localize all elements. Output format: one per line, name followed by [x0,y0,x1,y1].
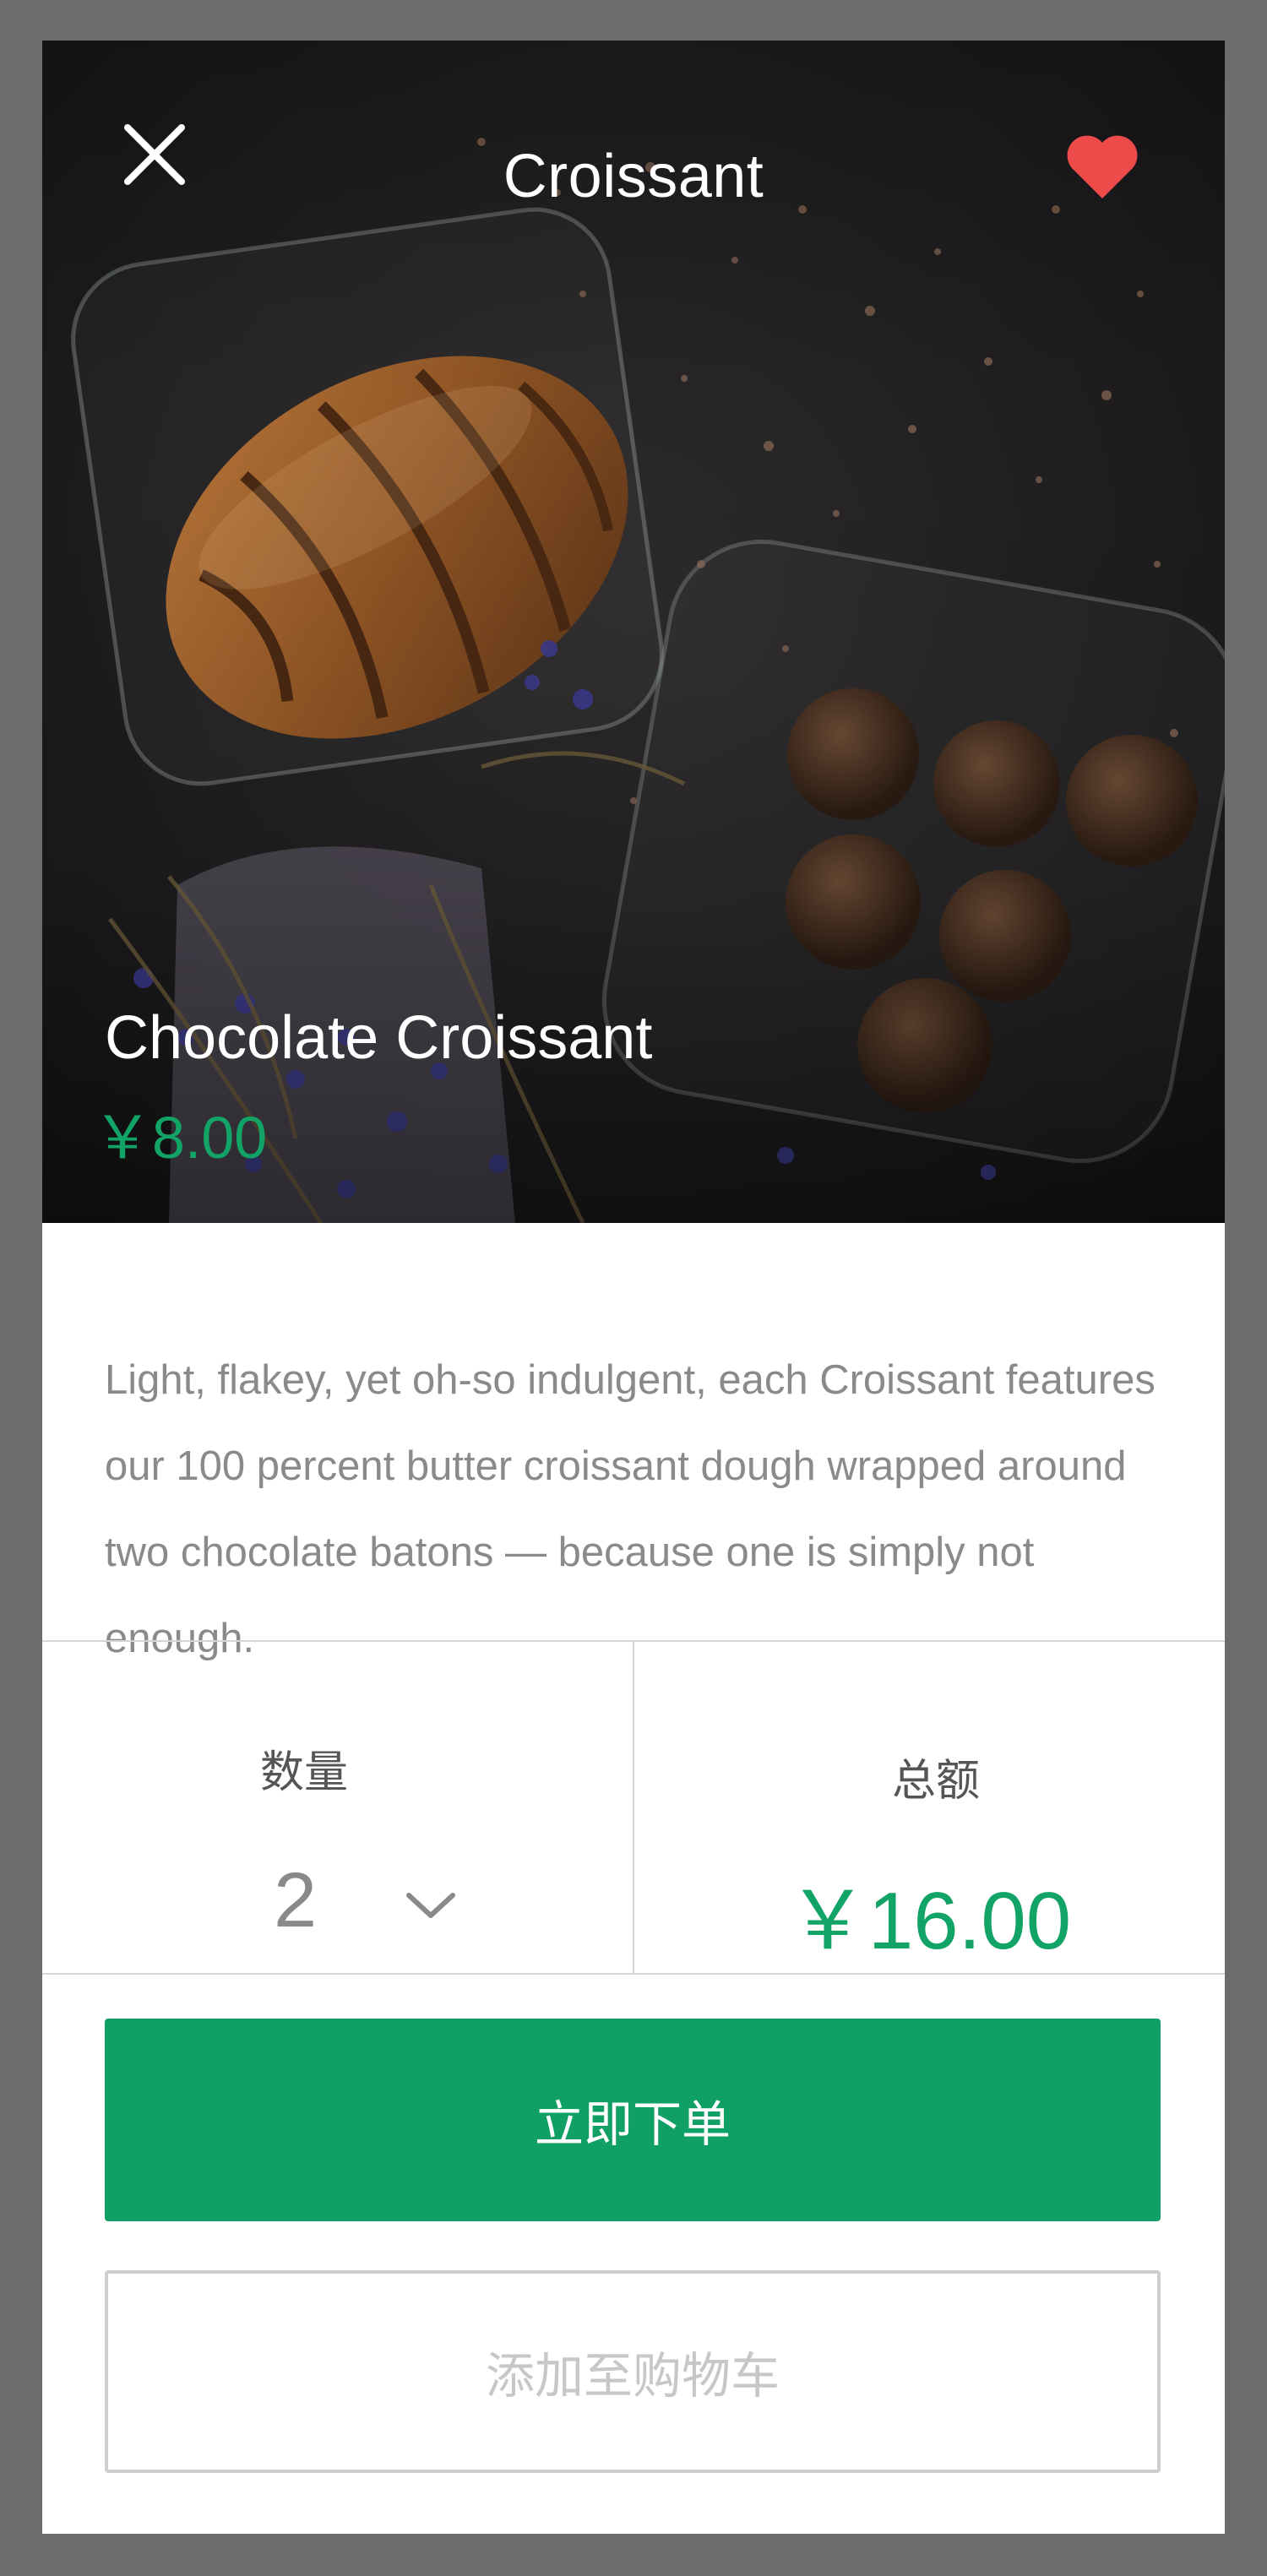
add-to-cart-button[interactable]: 添加至购物车 [105,2270,1161,2473]
chevron-down-icon [406,1893,455,1918]
product-hero-image: Croissant Chocolate Croissant ￥8.00 [42,41,1225,1223]
divider [42,1973,1225,1975]
product-description: Light, flakey, yet oh-so indulgent, each… [105,1357,1156,1661]
product-name: Chocolate Croissant [105,1004,653,1072]
total-label: 总额 [891,1757,980,1806]
total-value: ￥16.00 [786,1876,1072,1966]
product-detail-screen: Croissant Chocolate Croissant ￥8.00 Ligh… [42,41,1225,2534]
quantity-label: 数量 [259,1748,348,1797]
heart-icon [1067,135,1138,198]
page-title: Croissant [503,143,764,210]
divider [633,1640,634,1975]
quantity-select[interactable]: 2 [237,1856,473,1958]
quantity-value: 2 [274,1857,318,1943]
order-now-button[interactable]: 立即下单 [105,2019,1161,2221]
favorite-button[interactable] [1056,122,1149,215]
product-price: ￥8.00 [93,1105,268,1171]
